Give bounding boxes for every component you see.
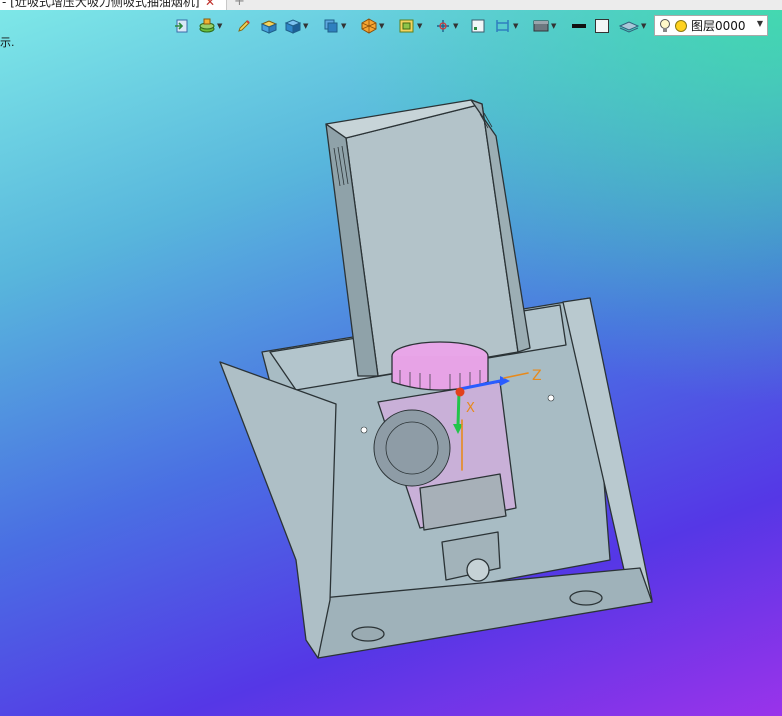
layer-name: 图层0000: [691, 19, 746, 33]
document-tab[interactable]: - [近吸式增压大吸力侧吸式抽油烟机] ✕: [0, 0, 227, 10]
render-style-icon[interactable]: ▼: [360, 14, 384, 38]
chevron-down-icon[interactable]: ▼: [551, 22, 556, 30]
fill-color-icon[interactable]: [594, 14, 610, 38]
lightbulb-icon[interactable]: [659, 18, 671, 34]
chevron-down-icon[interactable]: ▼: [303, 22, 308, 30]
document-arrow-icon[interactable]: [174, 14, 190, 38]
section-view-icon[interactable]: ▼: [398, 14, 422, 38]
chevron-down-icon[interactable]: ▼: [641, 22, 646, 30]
view-cube-icon[interactable]: ▼: [322, 14, 346, 38]
triad-x-label: X: [466, 401, 475, 416]
triad-origin: [455, 387, 465, 397]
status-text-fragment: 示.: [0, 36, 15, 49]
plane-layer-icon[interactable]: ▼: [618, 14, 646, 38]
chevron-down-icon[interactable]: ▼: [417, 22, 422, 30]
chevron-down-icon[interactable]: ▼: [513, 22, 518, 30]
display-mode-icon[interactable]: ▼: [532, 14, 556, 38]
frame-icon[interactable]: [470, 14, 486, 38]
line-color-icon[interactable]: [570, 14, 588, 38]
chevron-down-icon[interactable]: ▼: [379, 22, 384, 30]
layer-color-dot-icon[interactable]: [674, 19, 688, 33]
chevron-down-icon[interactable]: ▼: [453, 22, 458, 30]
right-foot: [569, 590, 603, 606]
box-highlight-icon[interactable]: [260, 14, 278, 38]
left-foot: [351, 626, 385, 642]
close-tab-icon[interactable]: ✕: [205, 0, 215, 10]
control-knob: [466, 558, 490, 582]
dimension-icon[interactable]: ▼: [494, 14, 518, 38]
solid-box-icon[interactable]: ▼: [284, 14, 308, 38]
triad-z-label: Z: [532, 368, 542, 384]
document-tab-title: - [近吸式增压大吸力侧吸式抽油烟机]: [2, 0, 200, 9]
new-tab-icon[interactable]: +: [234, 0, 245, 9]
fan-wheel: [373, 409, 451, 487]
triad-y-axis: [456, 390, 461, 427]
chevron-down-icon[interactable]: ▼: [217, 22, 222, 30]
layer-selector[interactable]: 图层0000 ▼: [654, 15, 768, 36]
chevron-down-icon[interactable]: ▼: [757, 19, 763, 28]
range-hood-model[interactable]: Z X: [0, 0, 782, 716]
pencil-icon[interactable]: [236, 14, 252, 38]
axis-pivot-icon[interactable]: ▼: [434, 14, 458, 38]
layer-stack-icon[interactable]: ▼: [198, 14, 222, 38]
hood-front-panel: [219, 361, 337, 659]
document-tab-bar: - [近吸式增压大吸力侧吸式抽油烟机] ✕ +: [0, 0, 782, 10]
view-toolbar: ▼ ▼ ▼ ▼ ▼ ▼ ▼ ▼ ▼ 图层0000 ▼: [172, 14, 782, 38]
chevron-down-icon[interactable]: ▼: [341, 22, 346, 30]
